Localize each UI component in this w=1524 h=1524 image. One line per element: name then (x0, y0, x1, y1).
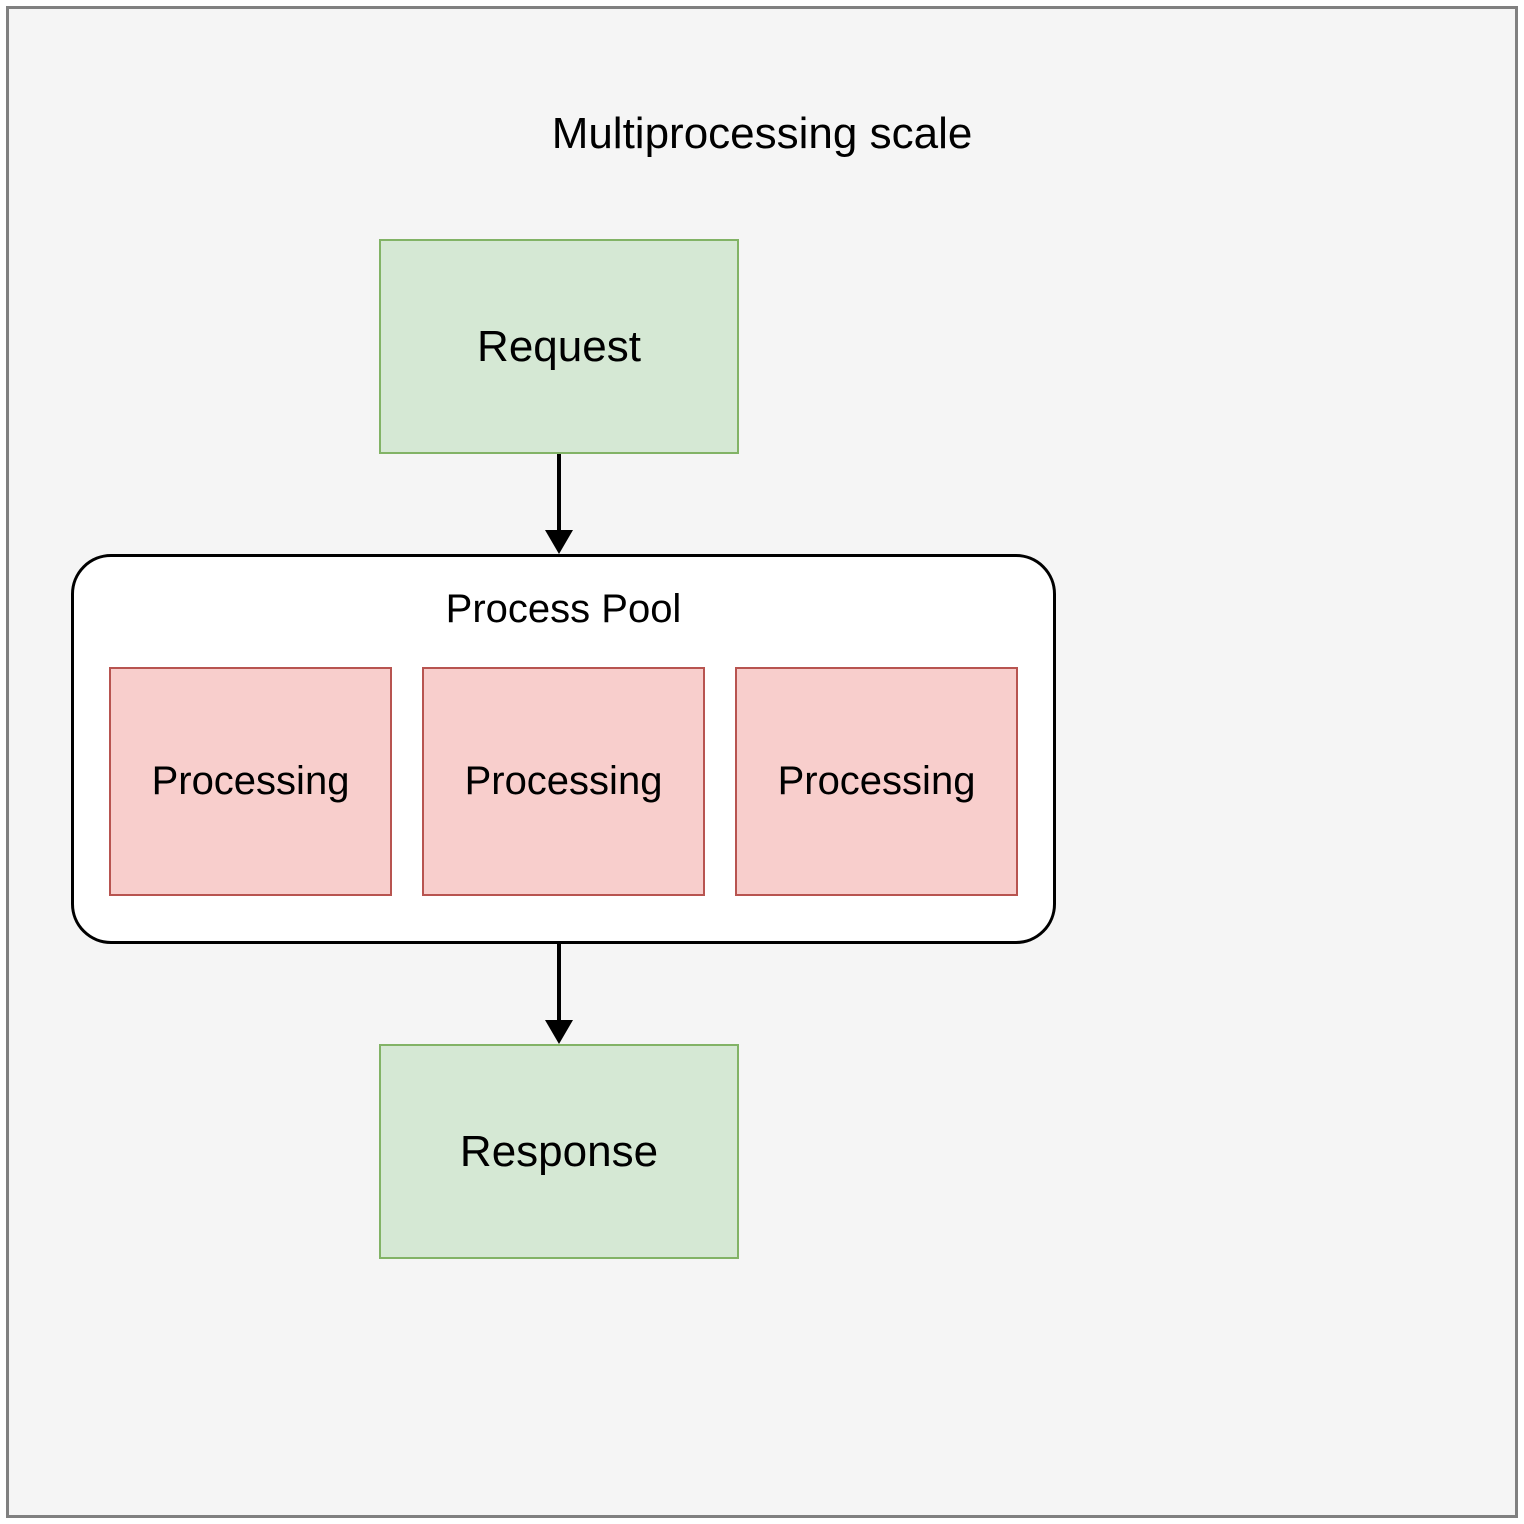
processing-node: Processing (109, 667, 392, 896)
processing-node: Processing (422, 667, 705, 896)
processing-label: Processing (465, 759, 663, 804)
process-pool-container: Process Pool Processing Processing Proce… (71, 554, 1056, 944)
arrow-pool-to-response (557, 944, 561, 1020)
processing-label: Processing (778, 759, 976, 804)
processing-node: Processing (735, 667, 1018, 896)
response-label: Response (460, 1127, 658, 1177)
arrowhead-icon (545, 530, 573, 554)
request-label: Request (477, 322, 641, 372)
response-node: Response (379, 1044, 739, 1259)
process-pool-items: Processing Processing Processing (109, 667, 1018, 896)
processing-label: Processing (152, 759, 350, 804)
process-pool-title: Process Pool (74, 587, 1053, 632)
diagram-title: Multiprocessing scale (9, 109, 1515, 159)
request-node: Request (379, 239, 739, 454)
arrow-request-to-pool (557, 454, 561, 530)
diagram-canvas: Multiprocessing scale Request Process Po… (6, 6, 1518, 1518)
arrowhead-icon (545, 1020, 573, 1044)
